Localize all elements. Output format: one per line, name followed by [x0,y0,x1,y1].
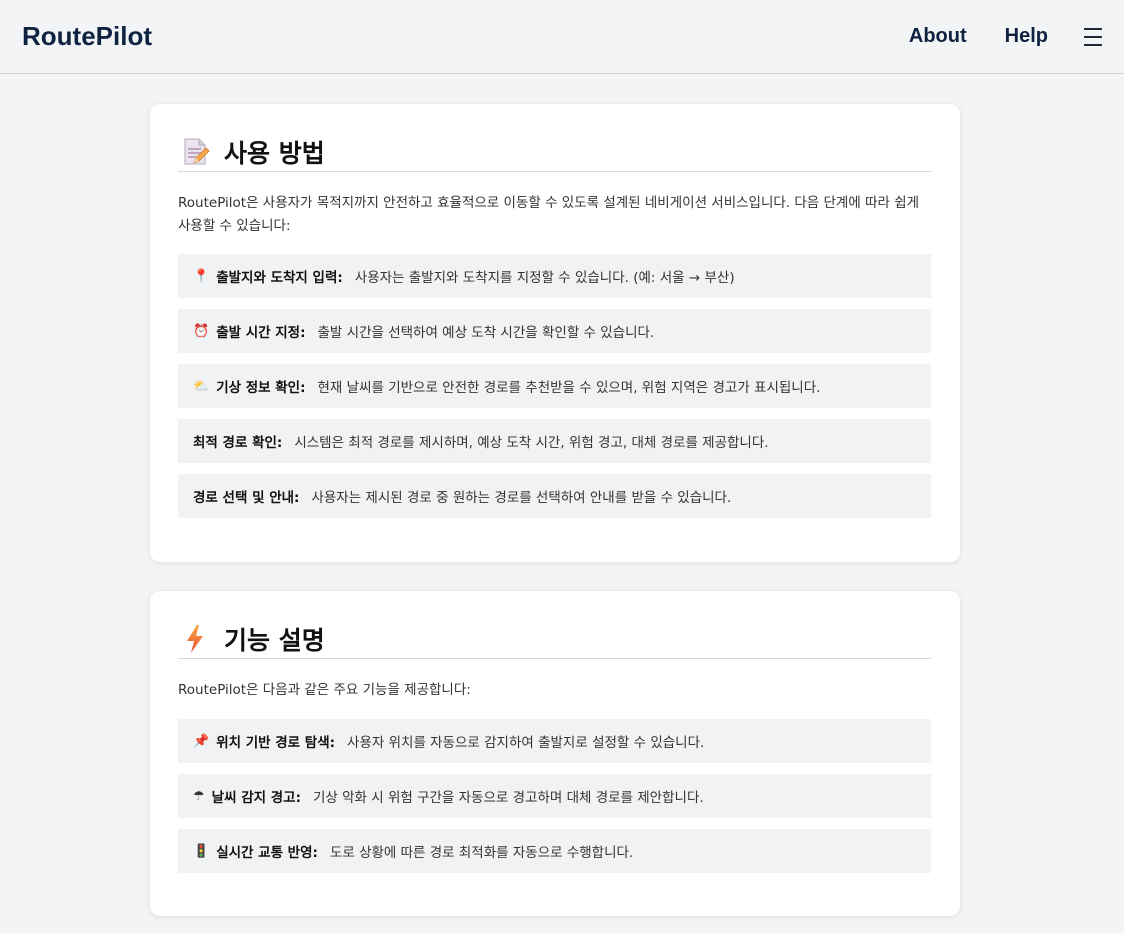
cloud-icon: ⛅ [193,378,210,394]
usage-steps-list: 📍 출발지와 도착지 입력: 사용자는 출발지와 도착지를 지정할 수 있습니다… [178,254,931,518]
item-text: 사용자는 제시된 경로 중 원하는 경로를 선택하여 안내를 받을 수 있습니다… [311,490,732,506]
nav-help-link[interactable]: Help [1005,25,1048,48]
list-item: 🚦 실시간 교통 반영: 도로 상황에 따른 경로 최적화를 자동으로 수행합니… [178,829,931,873]
features-card: 기능 설명 RoutePilot은 다음과 같은 주요 기능을 제공합니다: 📌… [150,591,960,916]
usage-card-header: 사용 방법 [178,132,931,172]
item-label: 출발 시간 지정: [216,325,306,341]
item-text: 사용자 위치를 자동으로 감지하여 출발지로 설정할 수 있습니다. [347,735,705,751]
alarm-clock-icon: ⏰ [193,323,210,339]
item-label: 기상 정보 확인: [216,380,306,396]
usage-card: 사용 방법 RoutePilot은 사용자가 목적지까지 안전하고 효율적으로 … [150,104,960,562]
nav-about-link[interactable]: About [909,25,967,48]
item-label: 경로 선택 및 안내: [193,490,300,506]
list-item: ⏰ 출발 시간 지정: 출발 시간을 선택하여 예상 도착 시간을 확인할 수 … [178,309,931,353]
features-intro-text: RoutePilot은 다음과 같은 주요 기능을 제공합니다: [178,682,471,698]
pin-icon: 📍 [193,268,210,284]
top-navbar: RoutePilot About Help [0,0,1124,74]
traffic-light-icon: 🚦 [193,843,210,859]
item-text: 기상 악화 시 위험 구간을 자동으로 경고하며 대체 경로를 제안합니다. [312,790,704,806]
nav-links: About Help [871,25,1102,48]
item-text: 사용자는 출발지와 도착지를 지정할 수 있습니다. (예: 서울 → 부산) [354,270,735,286]
features-card-header: 기능 설명 [178,619,931,659]
features-list: 📌 위치 기반 경로 탐색: 사용자 위치를 자동으로 감지하여 출발지로 설정… [178,719,931,873]
list-item: 📌 위치 기반 경로 탐색: 사용자 위치를 자동으로 감지하여 출발지로 설정… [178,719,931,763]
item-text: 출발 시간을 선택하여 예상 도착 시간을 확인할 수 있습니다. [317,325,655,341]
list-item: ⛅ 기상 정보 확인: 현재 날씨를 기반으로 안전한 경로를 추천받을 수 있… [178,364,931,408]
item-text: 도로 상황에 따른 경로 최적화를 자동으로 수행합니다. [329,845,634,861]
item-label: 최적 경로 확인: [193,435,283,451]
list-item: ☂ 날씨 감지 경고: 기상 악화 시 위험 구간을 자동으로 경고하며 대체 … [178,774,931,818]
usage-intro-text: RoutePilot은 사용자가 목적지까지 안전하고 효율적으로 이동할 수 … [178,195,920,234]
list-item: 경로 선택 및 안내: 사용자는 제시된 경로 중 원하는 경로를 선택하여 안… [178,474,931,518]
item-text: 시스템은 최적 경로를 제시하며, 예상 도착 시간, 위험 경고, 대체 경로… [294,435,769,451]
features-card-title: 기능 설명 [224,625,325,655]
list-item: 📍 출발지와 도착지 입력: 사용자는 출발지와 도착지를 지정할 수 있습니다… [178,254,931,298]
item-label: 위치 기반 경로 탐색: [216,735,336,751]
item-label: 날씨 감지 경고: [211,790,301,806]
brand-logo[interactable]: RoutePilot [22,21,152,52]
memo-icon [182,137,212,167]
hamburger-menu-icon[interactable] [1084,27,1102,46]
item-label: 실시간 교통 반영: [216,845,318,861]
item-text: 현재 날씨를 기반으로 안전한 경로를 추천받을 수 있으며, 위험 지역은 경… [317,380,821,396]
usage-card-title: 사용 방법 [224,138,325,168]
lightning-icon [182,624,212,654]
umbrella-icon: ☂ [193,788,205,804]
pushpin-icon: 📌 [193,733,210,749]
item-label: 출발지와 도착지 입력: [216,270,343,286]
list-item: 최적 경로 확인: 시스템은 최적 경로를 제시하며, 예상 도착 시간, 위험… [178,419,931,463]
